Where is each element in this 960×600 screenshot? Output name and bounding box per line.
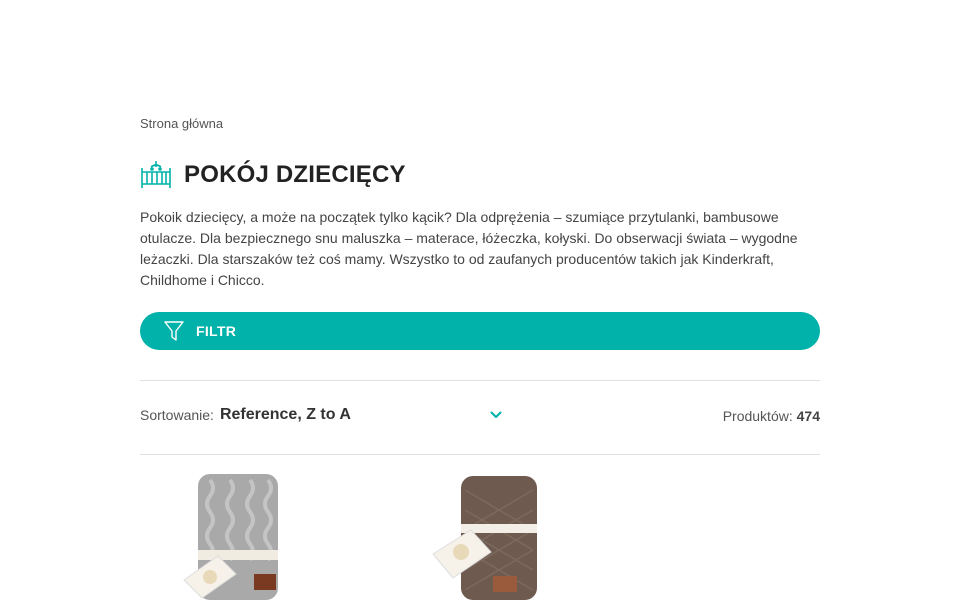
products-count: Produktów: 474 [723, 408, 820, 424]
product-card[interactable] [170, 470, 310, 600]
sort-dropdown[interactable]: Sortowanie: Reference, Z to A [140, 406, 502, 424]
product-image[interactable] [170, 470, 310, 600]
products-count-value: 474 [796, 408, 820, 424]
breadcrumb-home-link[interactable]: Strona główna [140, 116, 223, 131]
funnel-icon [164, 321, 184, 341]
filter-label: FILTR [196, 323, 237, 339]
divider [140, 380, 820, 381]
sort-label: Sortowanie: [140, 407, 214, 423]
crib-icon [141, 161, 171, 188]
category-description: Pokoik dziecięcy, a może na początek tyl… [140, 209, 798, 288]
filter-button[interactable]: FILTR [140, 312, 820, 350]
product-card[interactable] [425, 470, 565, 600]
product-image[interactable] [425, 470, 565, 600]
sort-selected-value[interactable]: Reference, Z to A [220, 406, 490, 424]
products-count-label: Produktów: [722, 408, 793, 424]
page-title: POKÓJ DZIECIĘCY [184, 161, 406, 188]
divider [140, 454, 820, 455]
breadcrumb: Strona główna [140, 116, 223, 131]
category-header: POKÓJ DZIECIĘCY [140, 160, 406, 190]
chevron-down-icon[interactable] [490, 411, 502, 419]
